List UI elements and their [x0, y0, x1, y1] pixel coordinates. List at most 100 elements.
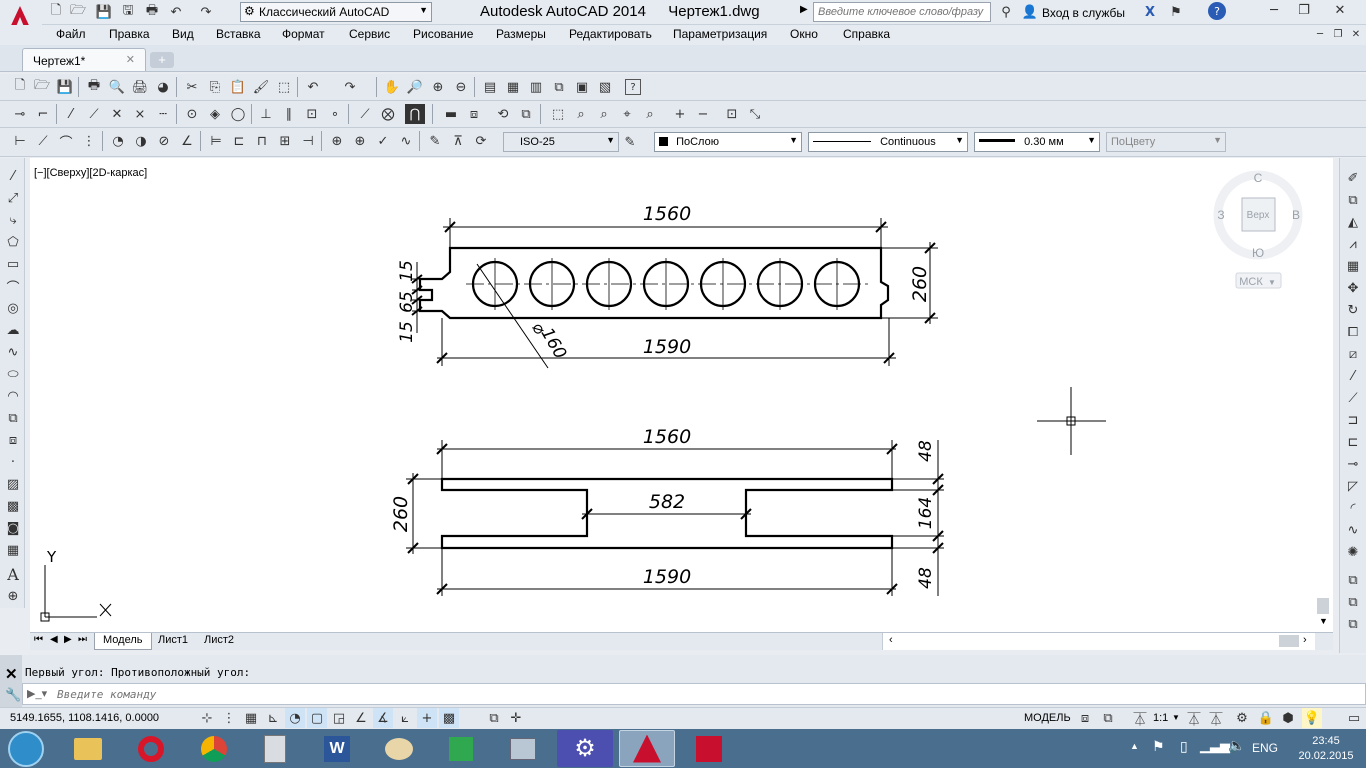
zoom-previous-icon[interactable]: ⊖	[451, 77, 471, 97]
viewcube-east[interactable]: В	[1292, 208, 1300, 222]
draworder-front-icon[interactable]: ⧉	[1343, 592, 1363, 612]
3dosnap-icon[interactable]: ◲	[329, 708, 349, 728]
dim-angular-icon[interactable]: ∠	[177, 131, 197, 151]
user-icon[interactable]: 👤	[1020, 2, 1040, 22]
make-block-icon[interactable]: ⧈	[3, 430, 23, 450]
word-taskbar-button[interactable]: W	[309, 730, 365, 767]
pan-icon[interactable]: ✋	[382, 77, 402, 97]
calculator-taskbar-button[interactable]	[247, 730, 303, 767]
block-attr-icon[interactable]: ⧈	[464, 104, 484, 124]
cut-icon[interactable]: ✂	[182, 77, 202, 97]
open-icon[interactable]: 🗁	[68, 2, 88, 22]
add-selected-icon[interactable]: ⊕	[3, 586, 23, 606]
last-layout-icon[interactable]: ⏭	[78, 634, 87, 645]
table-icon[interactable]: ▦	[3, 540, 23, 560]
new-tab-button[interactable]: +	[150, 52, 174, 68]
snap-tangent-icon[interactable]: ◯	[228, 104, 248, 124]
explode-icon[interactable]: ✺	[1343, 542, 1363, 562]
qnew-icon[interactable]: 🗋	[10, 77, 30, 97]
snap-from-icon[interactable]: ⌐	[33, 104, 53, 124]
zoom-scale-icon[interactable]: ⌕	[594, 104, 614, 124]
polyline-icon[interactable]: ⤷	[3, 210, 23, 230]
help-icon[interactable]: ?	[1208, 2, 1226, 20]
point-icon[interactable]: ·	[3, 452, 23, 472]
join-icon[interactable]: ⊸	[1343, 454, 1363, 474]
viewcube[interactable]: Верх С Ю З В МСК ▼	[1213, 170, 1303, 289]
selection-cycling-icon[interactable]: ✛	[506, 708, 526, 728]
horizontal-scrollbar[interactable]: ‹ ›	[882, 633, 1315, 650]
viewcube-north[interactable]: С	[1254, 171, 1263, 185]
sync-attr-icon[interactable]: ⟲	[493, 104, 513, 124]
file-tab[interactable]: Чертеж1* ✕	[22, 48, 146, 71]
dim-diameter-icon[interactable]: ⊘	[154, 131, 174, 151]
ducs-icon[interactable]: ∡	[373, 708, 393, 728]
snap-perpendicular-icon[interactable]: ⊥	[256, 104, 276, 124]
region-icon[interactable]: ◙	[3, 518, 23, 538]
scroll-down-icon[interactable]: ▼	[1319, 616, 1328, 626]
snap-node-icon[interactable]: ∘	[325, 104, 345, 124]
redo-icon[interactable]: ↷	[340, 77, 360, 97]
command-input-wrap[interactable]: ▶_▾	[22, 683, 1366, 705]
otrack-icon[interactable]: ∠	[351, 708, 371, 728]
gradient-icon[interactable]: ▩	[3, 496, 23, 516]
snap-none-icon[interactable]: ⨂	[378, 104, 398, 124]
snap-quadrant-icon[interactable]: ◈	[205, 104, 225, 124]
rectangle-icon[interactable]: ▭	[3, 254, 23, 274]
viewcube-west[interactable]: З	[1217, 208, 1224, 222]
zoom-dynamic-icon[interactable]: ⌕	[571, 104, 591, 124]
dim-ordinate-icon[interactable]: ⋮	[79, 131, 99, 151]
dim-quick-icon[interactable]: ⊨	[206, 131, 226, 151]
save-icon[interactable]: 💾	[94, 2, 114, 22]
clean-screen-icon[interactable]: ▭	[1344, 708, 1364, 728]
ellipse-arc-icon[interactable]: ◠	[3, 386, 23, 406]
store-taskbar-button[interactable]	[433, 730, 489, 767]
annotation-scale[interactable]: 1:1	[1153, 712, 1168, 724]
search-input[interactable]	[813, 2, 991, 22]
chevron-down-icon[interactable]: ▼	[1172, 713, 1180, 722]
saveas-icon[interactable]: 🖫	[118, 2, 138, 22]
zoom-extents-icon[interactable]: ⤡	[745, 104, 765, 124]
quick-properties-icon[interactable]: ⧉	[484, 708, 504, 728]
network-icon[interactable]: ▁▃▅	[1200, 738, 1230, 754]
menu-draw[interactable]: Рисование	[413, 27, 473, 41]
doc-minimize-icon[interactable]: ─	[1310, 24, 1330, 44]
hardware-accel-icon[interactable]: ⬢	[1278, 708, 1298, 728]
inspect-icon[interactable]: ✓	[373, 131, 393, 151]
tray-expand-icon[interactable]: ▲	[1130, 741, 1139, 751]
help-icon[interactable]: ?	[625, 79, 641, 95]
snap-mode-icon[interactable]: ⋮	[219, 708, 239, 728]
transparency-icon[interactable]: ▩	[439, 708, 459, 728]
opera-taskbar-button[interactable]	[123, 730, 179, 767]
workspace-switch-icon[interactable]: ⚙	[1232, 708, 1252, 728]
isolate-objects-icon[interactable]: 💡	[1302, 708, 1322, 728]
viewcube-south[interactable]: Ю	[1252, 246, 1264, 260]
model-space-toggle[interactable]: МОДЕЛЬ	[1024, 712, 1071, 724]
mirror-icon[interactable]: ◭	[1343, 212, 1363, 232]
block-editor-icon[interactable]: ⬚	[274, 77, 294, 97]
annotation-scale-icon[interactable]: ⏄	[1130, 708, 1150, 728]
osnap-settings-icon[interactable]: ⋂	[405, 104, 425, 124]
command-input[interactable]	[57, 686, 657, 702]
dim-linear-icon[interactable]: ⊢	[10, 131, 30, 151]
undo-icon[interactable]: ↶	[303, 77, 323, 97]
save-icon[interactable]: 💾	[55, 77, 75, 97]
temp-track-icon[interactable]: ⊸	[10, 104, 30, 124]
model-space-viewport[interactable]: [−][Сверху][2D-каркас] ▼ 1560 1590 260 1…	[30, 158, 1333, 632]
zoom-realtime-icon[interactable]: 🔎	[405, 77, 425, 97]
workspace-select[interactable]: ⚙ Классический AutoCAD ▼	[240, 2, 432, 22]
revcloud-icon[interactable]: ☁	[3, 320, 23, 340]
zoom-object-icon[interactable]: ⌕	[640, 104, 660, 124]
dim-jogged-icon[interactable]: ◑	[131, 131, 151, 151]
battery-icon[interactable]: ▯	[1180, 738, 1188, 755]
volume-icon[interactable]: 🔈	[1228, 737, 1245, 754]
plot-icon[interactable]: 🖶	[84, 77, 104, 97]
next-layout-icon[interactable]: ▶	[64, 634, 72, 645]
zoom-all-icon[interactable]: ⊡	[722, 104, 742, 124]
move-icon[interactable]: ✥	[1343, 278, 1363, 298]
menu-dimension[interactable]: Размеры	[496, 27, 546, 41]
extend-icon[interactable]: ⟋	[1343, 388, 1363, 408]
wrench-icon[interactable]: 🔧	[5, 687, 21, 703]
close-icon[interactable]: ✕	[5, 665, 18, 683]
minimize-icon[interactable]: ─	[1264, 0, 1284, 20]
scrollbar-thumb[interactable]	[1317, 598, 1329, 614]
